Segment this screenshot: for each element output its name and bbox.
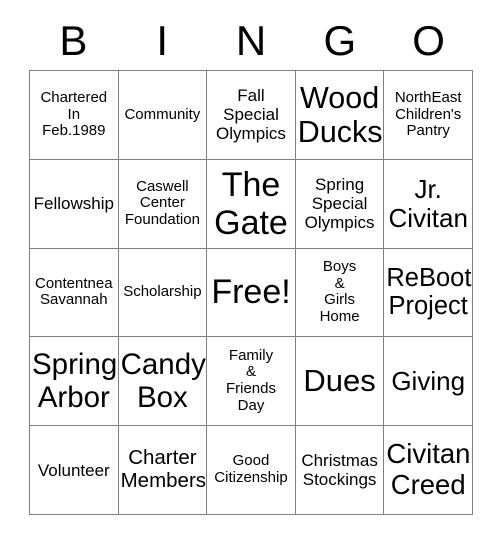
bingo-cell[interactable]: Jr. Civitan	[384, 159, 473, 249]
bingo-cell-label: The Gate	[214, 165, 288, 242]
bingo-cell[interactable]: Boys & Girls Home	[295, 248, 385, 338]
bingo-header-row: B I N G O	[29, 14, 473, 68]
bingo-cell-label: Community	[124, 105, 201, 123]
bingo-cell[interactable]: Spring Arbor	[30, 337, 119, 427]
bingo-cell[interactable]: Dues	[295, 337, 385, 427]
bingo-cell-label: Civitan Creed	[386, 438, 471, 501]
bingo-cell[interactable]: Candy Box	[118, 337, 208, 427]
bingo-header-letter-b: B	[59, 17, 88, 64]
bingo-cell-label: Good Citizenship	[214, 452, 288, 487]
bingo-cell[interactable]: Fellowship	[30, 159, 119, 249]
bingo-cell-label: Giving	[391, 365, 466, 396]
bingo-cell-label: Contentnea Savannah	[35, 274, 113, 309]
bingo-cell-label: ReBoot Project	[386, 263, 472, 321]
bingo-cell[interactable]: Wood Ducks	[295, 71, 385, 160]
bingo-cell-label: Chartered In Feb.1989	[40, 88, 108, 140]
bingo-cell-label: Volunteer	[37, 460, 110, 480]
bingo-cell[interactable]: Civitan Creed	[384, 426, 473, 515]
bingo-cell-label: Fellowship	[33, 194, 114, 214]
bingo-header-letter-g: G	[323, 17, 357, 64]
bingo-cell-label: Dues	[303, 362, 376, 398]
bingo-cell-label: Free!	[211, 273, 291, 312]
bingo-cell[interactable]: Christmas Stockings	[295, 426, 385, 515]
bingo-cell[interactable]: Giving	[384, 337, 473, 427]
bingo-cell-free[interactable]: Free!	[207, 248, 296, 338]
bingo-header-letter-o: O	[412, 17, 445, 64]
bingo-cell-label: Caswell Center Foundation	[124, 177, 200, 229]
bingo-grid: Chartered In Feb.1989 Community Fall Speci…	[29, 70, 473, 515]
bingo-cell-label: Scholarship	[123, 283, 202, 301]
bingo-header-letter-i: I	[156, 17, 169, 64]
bingo-cell[interactable]: Charter Members	[118, 426, 208, 515]
bingo-cell[interactable]: Chartered In Feb.1989	[30, 71, 119, 160]
bingo-cell[interactable]: The Gate	[207, 159, 296, 249]
bingo-cell[interactable]: Good Citizenship	[207, 426, 296, 515]
bingo-card: B I N G O Chartered In Feb.1989 Community…	[0, 0, 500, 544]
bingo-cell-label: Boys & Girls Home	[319, 257, 360, 326]
bingo-cell-label: NorthEast Children's Pantry	[394, 88, 462, 140]
bingo-cell[interactable]: Caswell Center Foundation	[118, 159, 208, 249]
bingo-cell-label: Christmas Stockings	[301, 451, 378, 490]
bingo-cell-label: Fall Special Olympics	[216, 86, 286, 144]
bingo-cell[interactable]: Scholarship	[118, 248, 208, 338]
bingo-cell-label: Spring Arbor	[32, 348, 118, 415]
bingo-cell-label: Jr. Civitan	[388, 173, 468, 233]
bingo-cell[interactable]: Contentnea Savannah	[30, 248, 119, 338]
bingo-cell[interactable]: Fall Special Olympics	[207, 71, 296, 160]
bingo-header-letter-n: N	[235, 17, 267, 64]
bingo-cell[interactable]: Community	[118, 71, 208, 160]
bingo-cell-label: Candy Box	[120, 348, 206, 415]
bingo-cell[interactable]: Spring Special Olympics	[295, 159, 385, 249]
bingo-cell[interactable]: NorthEast Children's Pantry	[384, 71, 473, 160]
bingo-cell-label: Spring Special Olympics	[304, 175, 375, 233]
bingo-cell-label: Wood Ducks	[297, 80, 383, 149]
bingo-cell-label: Family & Friends Day	[225, 346, 276, 415]
bingo-cell[interactable]: ReBoot Project	[384, 248, 473, 338]
bingo-cell-label: Charter Members	[120, 446, 207, 493]
bingo-cell[interactable]: Volunteer	[30, 426, 119, 515]
bingo-cell[interactable]: Family & Friends Day	[207, 337, 296, 427]
